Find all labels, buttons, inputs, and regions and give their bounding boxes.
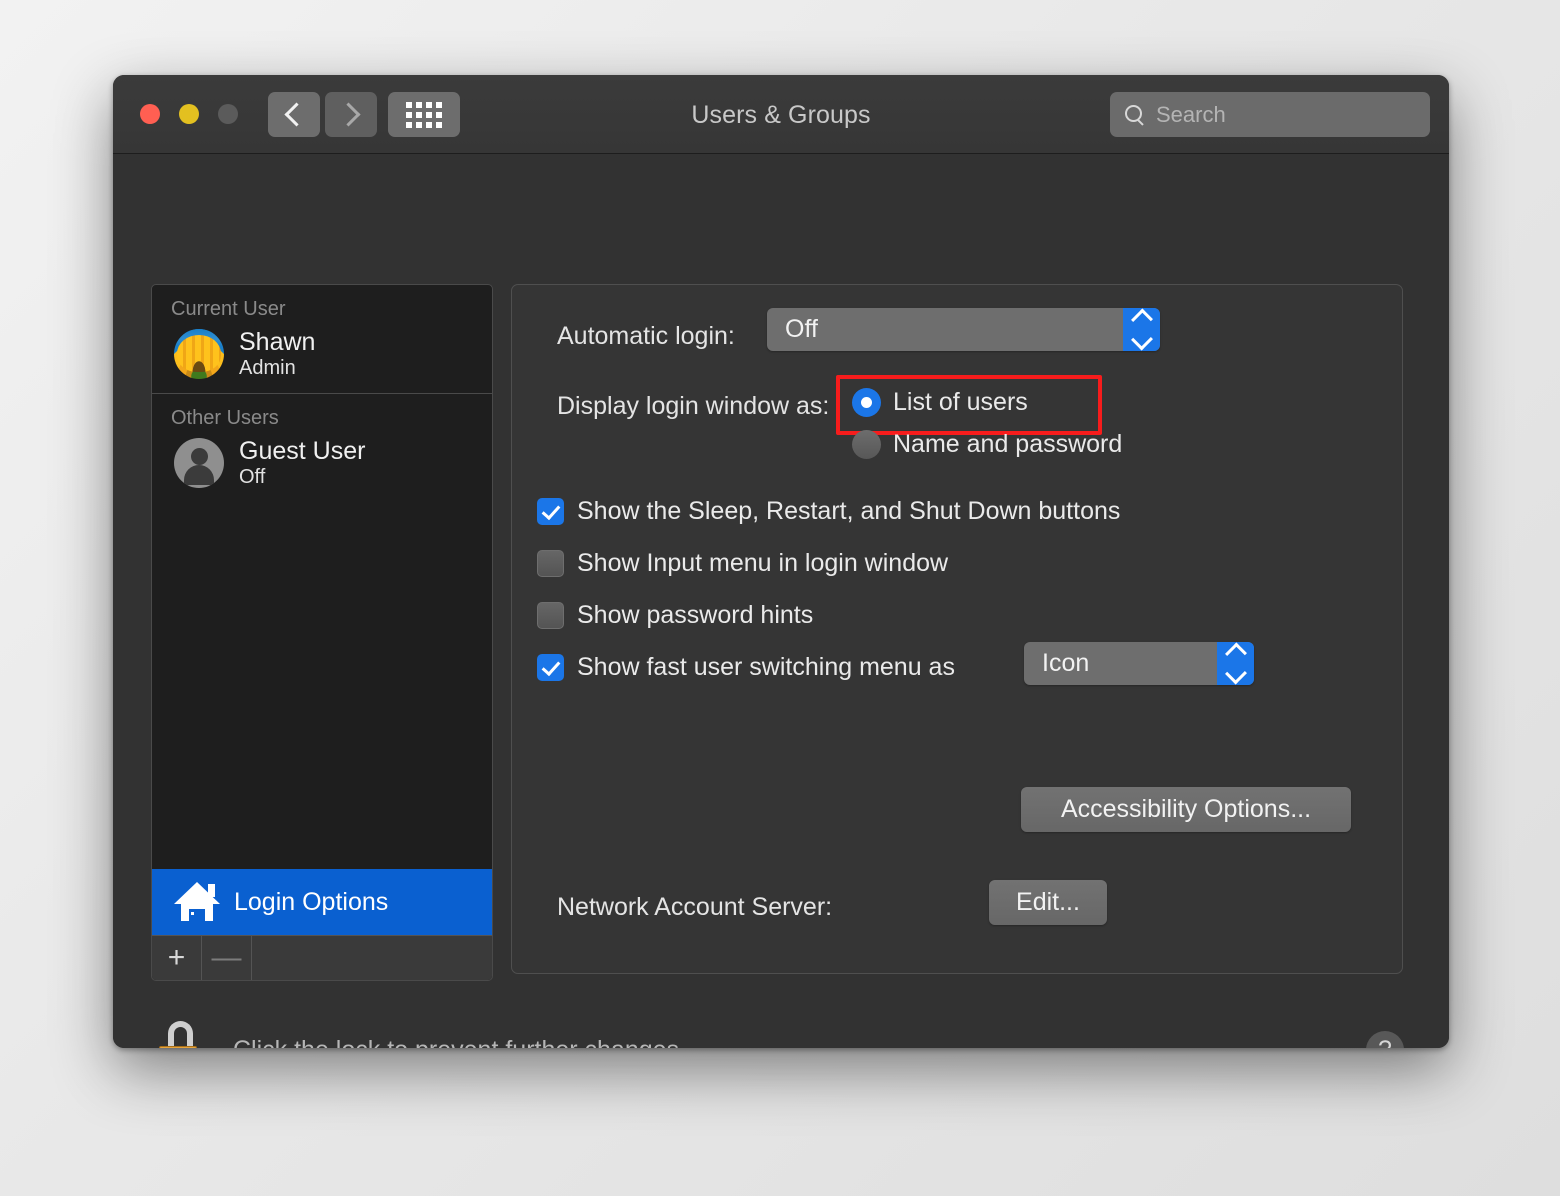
lock-message: Click the lock to prevent further change… bbox=[233, 1036, 686, 1049]
person-avatar bbox=[174, 438, 224, 488]
radio-name-and-password[interactable]: Name and password bbox=[852, 430, 1122, 459]
radio-unselected-icon bbox=[852, 430, 881, 459]
checkbox-label: Show password hints bbox=[577, 601, 814, 629]
search-icon bbox=[1124, 104, 1146, 126]
chevron-down-icon bbox=[1224, 662, 1247, 685]
chevron-up-icon bbox=[1130, 308, 1153, 331]
fast-user-switching-dropdown[interactable]: Icon bbox=[1024, 642, 1254, 685]
checkbox-show-input-menu[interactable]: Show Input menu in login window bbox=[537, 549, 948, 578]
user-info: Shawn Admin bbox=[239, 328, 315, 380]
fast-user-switching-value: Icon bbox=[1042, 649, 1090, 677]
user-role: Off bbox=[239, 466, 266, 488]
window-body: Current User Shawn Admin Other Users Gue… bbox=[113, 154, 1449, 1048]
network-account-server-edit-button[interactable]: Edit... bbox=[989, 880, 1107, 925]
users-sidebar: Current User Shawn Admin Other Users Gue… bbox=[151, 284, 493, 981]
sidebar-item-guest-user[interactable]: Guest User Off bbox=[152, 435, 492, 502]
checkbox-label: Show the Sleep, Restart, and Shut Down b… bbox=[577, 497, 1121, 525]
checkbox-label: Show fast user switching menu as bbox=[577, 653, 955, 681]
window-titlebar: Users & Groups Search bbox=[113, 75, 1449, 154]
checkbox-show-sleep-restart-shutdown[interactable]: Show the Sleep, Restart, and Shut Down b… bbox=[537, 497, 1120, 526]
automatic-login-value: Off bbox=[785, 315, 818, 343]
sidebar-footer: + — bbox=[152, 935, 492, 980]
sidebar-group-header-current-user: Current User bbox=[171, 298, 286, 320]
accessibility-options-button[interactable]: Accessibility Options... bbox=[1021, 787, 1351, 832]
sidebar-item-login-options[interactable]: Login Options bbox=[152, 869, 492, 935]
sidebar-footer-filler bbox=[252, 936, 492, 980]
house-icon bbox=[174, 882, 220, 922]
login-options-panel: Automatic login: Off Display login windo… bbox=[511, 284, 1403, 974]
checkbox-label: Show Input menu in login window bbox=[577, 549, 949, 577]
stepper-icon[interactable] bbox=[1217, 642, 1254, 685]
user-role: Admin bbox=[239, 357, 296, 379]
unlocked-padlock-icon[interactable] bbox=[153, 1019, 215, 1048]
radio-label: Name and password bbox=[893, 430, 1123, 458]
search-field[interactable]: Search bbox=[1110, 92, 1430, 137]
checkbox-show-password-hints[interactable]: Show password hints bbox=[537, 601, 813, 630]
display-login-window-label: Display login window as: bbox=[557, 392, 830, 420]
radio-label: List of users bbox=[893, 388, 1028, 416]
system-preferences-window: Users & Groups Search Current User Shawn… bbox=[113, 75, 1449, 1048]
checkbox-unchecked-icon bbox=[537, 550, 564, 577]
chevron-down-icon bbox=[1130, 328, 1153, 351]
user-name: Guest User bbox=[239, 437, 366, 465]
sidebar-item-shawn[interactable]: Shawn Admin bbox=[152, 326, 492, 393]
user-info: Guest User Off bbox=[239, 437, 365, 489]
radio-selected-icon bbox=[852, 388, 881, 417]
lock-control[interactable]: Click the lock to prevent further change… bbox=[153, 1019, 686, 1048]
checkbox-show-fast-user-switching[interactable]: Show fast user switching menu as bbox=[537, 653, 955, 682]
search-placeholder: Search bbox=[1156, 101, 1226, 127]
checkbox-unchecked-icon bbox=[537, 602, 564, 629]
sidebar-group-header-other-users: Other Users bbox=[171, 407, 279, 429]
checkbox-checked-icon bbox=[537, 498, 564, 525]
stepper-icon[interactable] bbox=[1123, 308, 1160, 351]
checkbox-checked-icon bbox=[537, 654, 564, 681]
network-account-server-label: Network Account Server: bbox=[557, 893, 833, 921]
automatic-login-label: Automatic login: bbox=[557, 322, 735, 350]
user-name: Shawn bbox=[239, 328, 316, 356]
chevron-up-icon bbox=[1224, 642, 1247, 665]
add-user-button[interactable]: + bbox=[152, 936, 202, 980]
automatic-login-dropdown[interactable]: Off bbox=[767, 308, 1160, 351]
radio-list-of-users[interactable]: List of users bbox=[852, 388, 1028, 417]
sunflower-avatar bbox=[174, 329, 224, 379]
remove-user-button[interactable]: — bbox=[202, 936, 252, 980]
sidebar-item-label: Login Options bbox=[234, 887, 389, 916]
help-button[interactable]: ? bbox=[1366, 1031, 1404, 1048]
